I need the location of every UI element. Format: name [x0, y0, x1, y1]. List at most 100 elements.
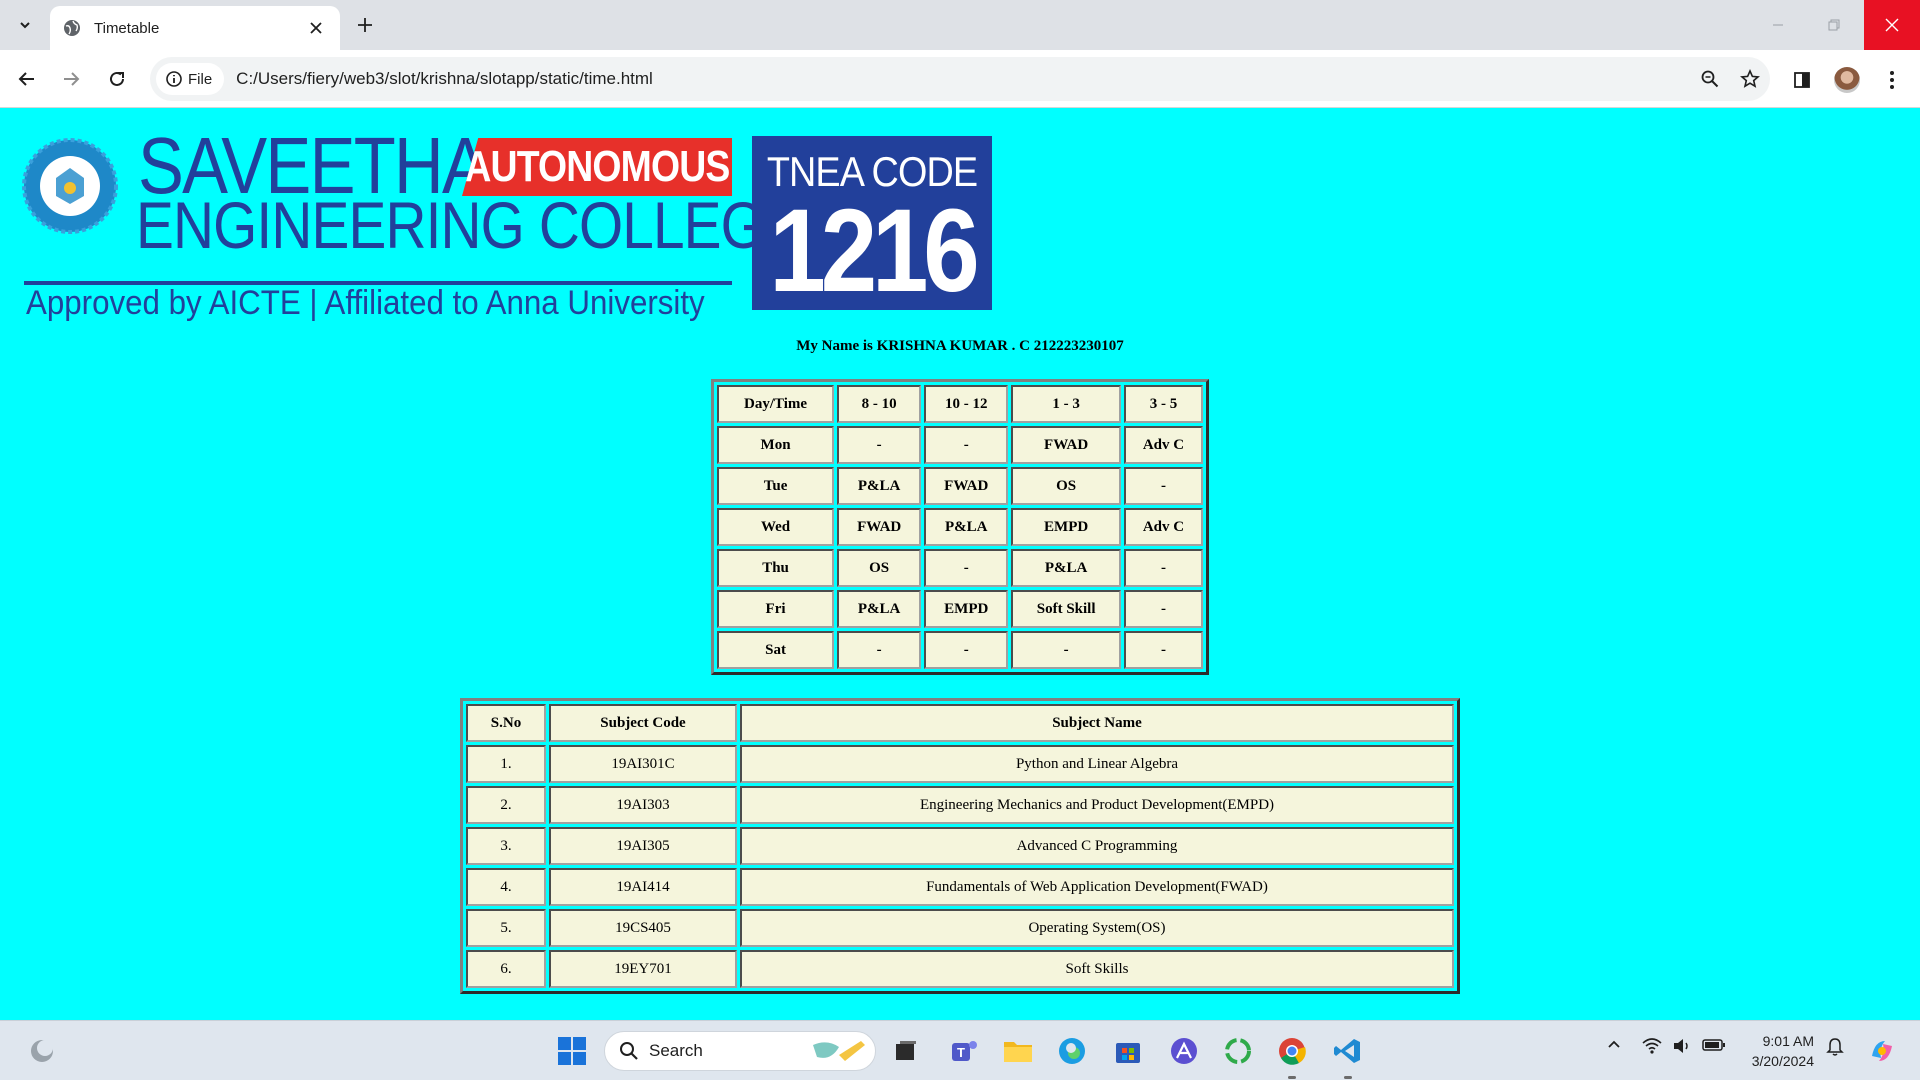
- serial-cell: 1.: [466, 745, 546, 783]
- running-indicator: [1288, 1076, 1296, 1079]
- slot-cell: FWAD: [1011, 426, 1121, 464]
- zoom-icon[interactable]: [1690, 59, 1730, 99]
- subject-name-cell: Advanced C Programming: [740, 827, 1454, 865]
- subject-code-cell: 19EY701: [549, 950, 737, 988]
- slot-cell: -: [924, 631, 1009, 669]
- tnea-code-box: TNEA CODE 1216: [752, 136, 992, 310]
- slot-cell: -: [1123, 549, 1203, 587]
- timetable-header-cell: 10 - 12: [924, 385, 1009, 423]
- slot-cell: P&LA: [924, 508, 1009, 546]
- restore-icon: [1828, 19, 1840, 31]
- chrome-icon[interactable]: [1272, 1031, 1312, 1079]
- slot-cell: EMPD: [924, 590, 1009, 628]
- slot-cell: P&LA: [1011, 549, 1121, 587]
- day-cell: Thu: [717, 549, 835, 587]
- site-info-chip[interactable]: File: [156, 63, 225, 95]
- volume-icon[interactable]: [1672, 1037, 1692, 1060]
- slot-cell: -: [924, 426, 1009, 464]
- slot-cell: -: [1011, 631, 1121, 669]
- microsoft-store-icon[interactable]: [1108, 1031, 1148, 1071]
- serial-cell: 6.: [466, 950, 546, 988]
- plus-icon: [358, 18, 372, 32]
- slot-cell: -: [837, 426, 922, 464]
- slot-cell: P&LA: [837, 590, 922, 628]
- forward-button[interactable]: [54, 62, 88, 96]
- teams-icon[interactable]: T: [944, 1031, 984, 1071]
- subject-code-cell: 19AI414: [549, 868, 737, 906]
- task-view-icon[interactable]: [886, 1031, 926, 1071]
- new-tab-button[interactable]: [350, 10, 380, 40]
- browser-menu-button[interactable]: [1874, 62, 1910, 98]
- start-button[interactable]: [552, 1031, 592, 1071]
- table-row: 5. 19CS405 Operating System(OS): [466, 909, 1454, 947]
- timetable-header-cell: Day/Time: [717, 385, 835, 423]
- chevron-down-icon: [20, 22, 30, 29]
- table-row: 3. 19AI305 Advanced C Programming: [466, 827, 1454, 865]
- address-bar[interactable]: File C:/Users/fiery/web3/slot/krishna/sl…: [150, 57, 1770, 101]
- slot-cell: EMPD: [1011, 508, 1121, 546]
- system-clock[interactable]: 9:01 AM 3/20/2024: [1742, 1031, 1814, 1071]
- tab-title: Timetable: [94, 19, 160, 37]
- slot-cell: -: [837, 631, 922, 669]
- arrow-right-icon: [64, 72, 80, 86]
- restore-button[interactable]: [1806, 0, 1862, 50]
- site-chip-label: File: [188, 70, 213, 88]
- more-vertical-icon: [1890, 71, 1894, 89]
- subjects-header-cell: Subject Code: [549, 704, 737, 742]
- tab-search-button[interactable]: [8, 8, 42, 42]
- browser-toolbar: File C:/Users/fiery/web3/slot/krishna/sl…: [0, 50, 1920, 108]
- college-logo-banner: SAVEETHA AUTONOMOUS ENGINEERING COLLEGE …: [22, 126, 992, 322]
- close-window-button[interactable]: [1864, 0, 1920, 50]
- table-row: Fri P&LA EMPD Soft Skill -: [717, 590, 1203, 628]
- slot-cell: -: [1123, 631, 1203, 669]
- profile-button[interactable]: [1829, 62, 1865, 98]
- subject-name-cell: Engineering Mechanics and Product Develo…: [740, 786, 1454, 824]
- college-emblem-icon: [22, 138, 118, 234]
- timetable-header-cell: 8 - 10: [837, 385, 922, 423]
- reload-button[interactable]: [100, 62, 134, 96]
- student-name-line: My Name is KRISHNA KUMAR . C 21222323010…: [796, 338, 1124, 354]
- minimize-button[interactable]: [1750, 0, 1806, 50]
- subject-code-cell: 19CS405: [549, 909, 737, 947]
- side-panel-button[interactable]: [1784, 62, 1820, 98]
- subject-code-cell: 19AI301C: [549, 745, 737, 783]
- timetable-header-row: Day/Time 8 - 10 10 - 12 1 - 3 3 - 5: [717, 385, 1203, 423]
- tab-timetable[interactable]: Timetable: [50, 6, 340, 50]
- table-row: 4. 19AI414 Fundamentals of Web Applicati…: [466, 868, 1454, 906]
- show-hidden-icons-chevron-icon[interactable]: [1606, 1037, 1622, 1058]
- day-cell: Fri: [717, 590, 835, 628]
- table-row: Thu OS - P&LA -: [717, 549, 1203, 587]
- wifi-icon[interactable]: [1642, 1037, 1662, 1060]
- table-row: 1. 19AI301C Python and Linear Algebra: [466, 745, 1454, 783]
- clock-date: 3/20/2024: [1751, 1053, 1814, 1069]
- slot-cell: -: [924, 549, 1009, 587]
- day-cell: Tue: [717, 467, 835, 505]
- day-cell: Mon: [717, 426, 835, 464]
- app-launcher-icon[interactable]: [1164, 1031, 1204, 1071]
- file-explorer-icon[interactable]: [998, 1031, 1038, 1071]
- bookmark-star-icon[interactable]: [1730, 59, 1770, 99]
- day-cell: Wed: [717, 508, 835, 546]
- windows-logo-icon: [558, 1037, 586, 1065]
- windows-taskbar: Search T 9:01 AM 3/20/2024: [0, 1020, 1920, 1080]
- timetable: Day/Time 8 - 10 10 - 12 1 - 3 3 - 5 Mon …: [711, 379, 1209, 675]
- close-tab-icon[interactable]: [304, 16, 328, 40]
- serial-cell: 2.: [466, 786, 546, 824]
- notification-bell-icon[interactable]: [1826, 1037, 1844, 1062]
- slot-cell: OS: [837, 549, 922, 587]
- widgets-weather-icon[interactable]: [22, 1031, 62, 1071]
- taskbar-search[interactable]: Search: [604, 1031, 876, 1071]
- slot-cell: FWAD: [924, 467, 1009, 505]
- college-name-line2: ENGINEERING COLLEGE: [136, 188, 802, 262]
- vscode-icon[interactable]: [1328, 1031, 1368, 1079]
- sync-app-icon[interactable]: [1218, 1031, 1258, 1071]
- url-text[interactable]: C:/Users/fiery/web3/slot/krishna/slotapp…: [236, 69, 1690, 89]
- copilot-icon[interactable]: [1862, 1031, 1902, 1071]
- battery-icon[interactable]: [1702, 1037, 1726, 1058]
- timetable-header-cell: 1 - 3: [1011, 385, 1121, 423]
- slot-cell: Adv C: [1123, 426, 1203, 464]
- edge-browser-icon[interactable]: [1052, 1031, 1092, 1071]
- svg-text:T: T: [957, 1045, 965, 1060]
- running-indicator: [1344, 1076, 1352, 1079]
- back-button[interactable]: [10, 62, 44, 96]
